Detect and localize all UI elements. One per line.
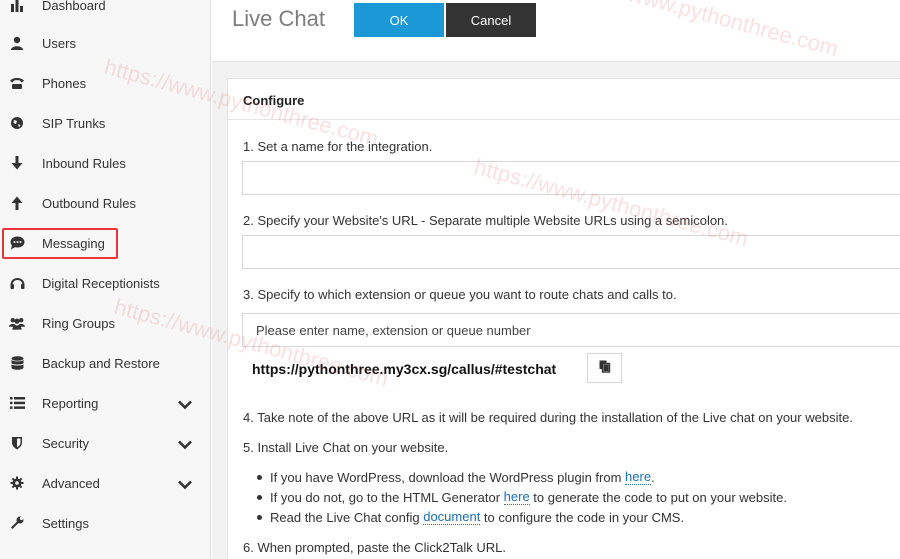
bullet-dot — [257, 495, 262, 500]
sidebar-item-label: Backup and Restore — [42, 355, 160, 371]
bullet-dot — [257, 475, 262, 480]
sidebar-item-label: Ring Groups — [42, 315, 115, 331]
chevron-down-icon[interactable] — [178, 478, 192, 490]
configure-panel: Configure 1. Set a name for the integrat… — [227, 78, 900, 559]
list-item: Read the Live Chat config document to co… — [257, 507, 787, 527]
sidebar-item-label: Settings — [42, 515, 89, 531]
arrow-up-icon — [9, 195, 25, 211]
sidebar-item-label: SIP Trunks — [42, 115, 106, 131]
sidebar-item-dashboard[interactable]: Dashboard — [0, 0, 211, 25]
sidebar-item-outbound-rules[interactable]: Outbound Rules — [0, 183, 211, 223]
headset-icon — [9, 275, 25, 291]
wrench-icon — [9, 515, 25, 531]
cancel-button[interactable]: Cancel — [446, 3, 536, 37]
copy-url-button[interactable] — [587, 353, 622, 383]
bullet-text: Read the Live Chat config — [270, 509, 424, 525]
bullet-text: to generate the code to put on your webs… — [529, 489, 787, 505]
sidebar-item-label: Security — [42, 435, 89, 451]
install-options-list: If you have WordPress, download the Word… — [257, 467, 787, 527]
bullet-text: If you have WordPress, download the Word… — [270, 469, 626, 485]
sidebar-item-sip-trunks[interactable]: SIP Trunks — [0, 103, 211, 143]
sidebar-item-label: Advanced — [42, 475, 100, 491]
wordpress-plugin-link[interactable]: here — [625, 469, 652, 485]
list-icon — [9, 395, 25, 411]
sidebar-item-label: Dashboard — [42, 0, 106, 13]
list-item: If you have WordPress, download the Word… — [257, 467, 787, 487]
bullet-dot — [257, 515, 262, 520]
sidebar-item-security[interactable]: Security — [0, 423, 211, 463]
bullet-text: to configure the code in your CMS. — [480, 509, 685, 525]
list-item: If you do not, go to the HTML Generator … — [257, 487, 787, 507]
sidebar-item-label: Users — [42, 35, 76, 51]
messaging-highlight-frame — [2, 228, 118, 259]
config-document-link[interactable]: document — [423, 509, 481, 525]
step-2-label: 2. Specify your Website's URL - Separate… — [243, 213, 728, 228]
panel-header: Configure — [228, 79, 900, 120]
sidebar-item-backup-restore[interactable]: Backup and Restore — [0, 343, 211, 383]
callus-url: https://pythonthree.my3cx.sg/callus/#tes… — [252, 361, 557, 377]
integration-name-input[interactable] — [242, 161, 900, 195]
bullet-text: If you do not, go to the HTML Generator — [270, 489, 504, 505]
phone-icon — [9, 75, 25, 91]
sidebar: Dashboard Users Phones SIP Trunks Inboun… — [0, 0, 211, 559]
panel-title: Configure — [243, 93, 305, 108]
sidebar-item-reporting[interactable]: Reporting — [0, 383, 211, 423]
sidebar-item-label: Inbound Rules — [42, 155, 126, 171]
sidebar-item-users[interactable]: Users — [0, 23, 211, 63]
sidebar-item-label: Outbound Rules — [42, 195, 136, 211]
globe-icon — [9, 115, 25, 131]
step-1-label: 1. Set a name for the integration. — [243, 139, 433, 154]
shield-icon — [9, 435, 25, 451]
step-5-label: 5. Install Live Chat on your website. — [243, 440, 449, 455]
chevron-down-icon[interactable] — [178, 398, 192, 410]
user-icon — [9, 35, 25, 51]
step-4-label: 4. Take note of the above URL as it will… — [243, 410, 853, 425]
page-title: Live Chat — [232, 6, 325, 31]
group-icon — [9, 315, 25, 331]
sidebar-item-label: Phones — [42, 75, 87, 91]
gear-icon — [9, 475, 25, 491]
page-header: Live Chat OK Cancel — [212, 0, 900, 62]
arrow-down-icon — [9, 155, 25, 171]
website-url-input[interactable] — [242, 235, 900, 269]
sidebar-item-digital-receptionists[interactable]: Digital Receptionists — [0, 263, 211, 303]
chevron-down-icon[interactable] — [178, 438, 192, 450]
sidebar-item-settings[interactable]: Settings — [0, 503, 211, 543]
sidebar-item-advanced[interactable]: Advanced — [0, 463, 211, 503]
main-content: Live Chat OK Cancel Configure 1. Set a n… — [212, 0, 900, 559]
step-3-label: 3. Specify to which extension or queue y… — [243, 287, 677, 302]
bar-chart-icon — [9, 0, 25, 13]
html-generator-link[interactable]: here — [503, 489, 530, 505]
sidebar-item-phones[interactable]: Phones — [0, 63, 211, 103]
database-icon — [9, 355, 25, 371]
ok-button[interactable]: OK — [354, 3, 444, 37]
bullet-text: . — [651, 469, 655, 485]
sidebar-item-label: Reporting — [42, 395, 99, 411]
extension-queue-input[interactable] — [242, 313, 900, 347]
sidebar-item-inbound-rules[interactable]: Inbound Rules — [0, 143, 211, 183]
copy-icon — [599, 360, 611, 376]
sidebar-item-label: Digital Receptionists — [42, 275, 160, 291]
sidebar-item-ring-groups[interactable]: Ring Groups — [0, 303, 211, 343]
step-6-label: 6. When prompted, paste the Click2Talk U… — [243, 540, 507, 555]
